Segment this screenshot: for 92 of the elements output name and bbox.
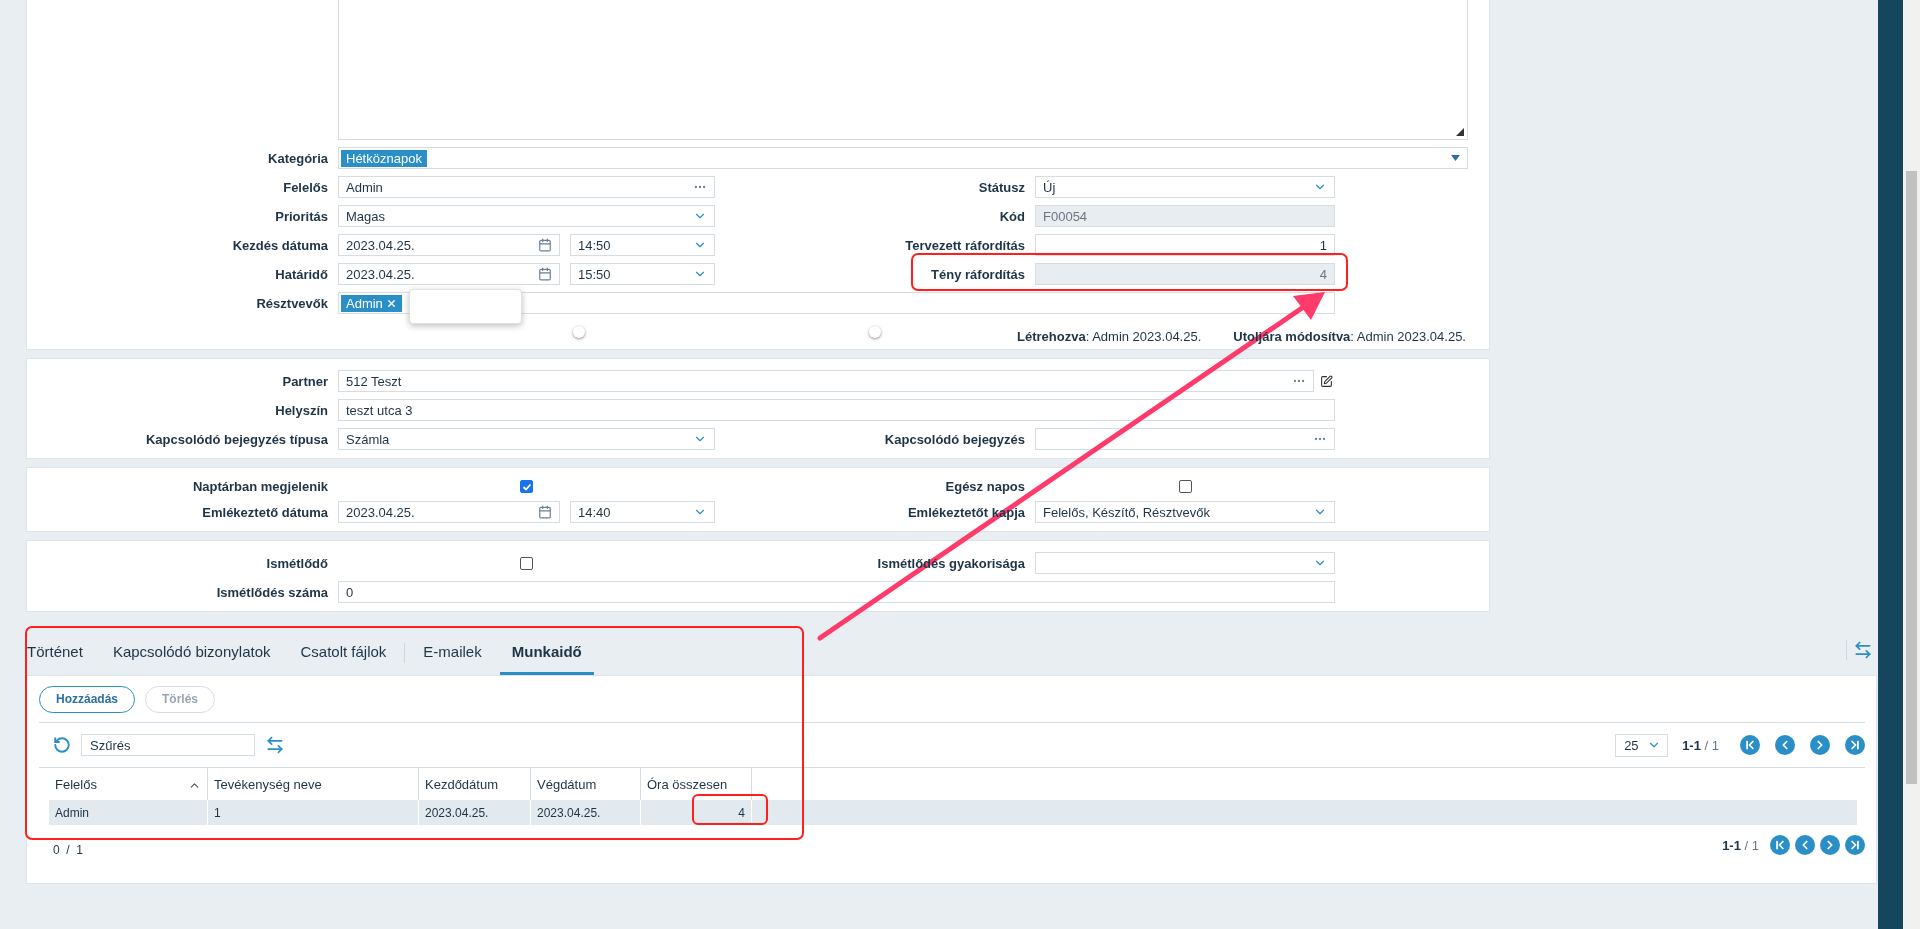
edit-icon[interactable] <box>1320 374 1333 388</box>
swap-icon[interactable] <box>265 735 285 755</box>
field-label: Tény ráfordítás <box>931 266 1025 282</box>
refresh-icon[interactable] <box>53 736 71 754</box>
field-label: Ismétlődő <box>266 555 328 571</box>
tab[interactable]: E-mailek <box>411 630 494 675</box>
column-header[interactable]: Óra összesen <box>647 777 728 792</box>
field-label: Státusz <box>978 179 1025 195</box>
action-button[interactable]: Hozzáadás <box>39 685 136 713</box>
last-page-button[interactable] <box>1845 835 1865 855</box>
calendar-icon <box>538 238 552 252</box>
selection-count: 0 / 1 <box>53 843 84 857</box>
filter-field[interactable]: Szűrés <box>81 734 255 756</box>
field-label: Prioritás <box>275 208 328 224</box>
first-page-button[interactable] <box>1740 735 1760 755</box>
select-field[interactable]: Számla <box>338 428 715 450</box>
pager-text: 1-1 / 1 <box>1682 737 1719 753</box>
field-label: Résztvevők <box>256 295 328 311</box>
select-field[interactable] <box>1035 552 1335 574</box>
time-select[interactable]: 14:50 <box>570 234 715 256</box>
tab[interactable]: Kapcsolódó bizonylatok <box>100 630 283 675</box>
previous-page-button[interactable] <box>1795 835 1815 855</box>
checkbox[interactable] <box>520 480 533 493</box>
field-label: Naptárban megjelenik <box>192 479 328 494</box>
tab[interactable]: Történet <box>26 630 95 675</box>
first-page-icon <box>1773 838 1787 852</box>
checkbox[interactable] <box>1178 480 1192 493</box>
table-cell: Admin <box>49 800 208 825</box>
first-page-icon <box>1743 738 1757 752</box>
field-label: Emlékeztető dátuma <box>202 504 328 520</box>
input-field[interactable]: teszt utca 3 <box>338 399 1335 421</box>
table-cell: 2023.04.25. <box>419 800 531 825</box>
category-tag: Hétköznapok <box>341 149 427 167</box>
calendar-icon <box>538 267 552 281</box>
last-page-icon <box>1848 838 1862 852</box>
input-field[interactable]: 1 <box>1035 234 1335 256</box>
description-field[interactable] <box>338 0 1468 140</box>
field-label: Határidő <box>275 266 328 282</box>
lookup-field[interactable] <box>1035 428 1335 450</box>
table-row[interactable]: Admin 1 2023.04.25. 2023.04.25. 4 <box>49 800 1857 825</box>
time-select[interactable]: 15:50 <box>570 263 715 285</box>
category-field[interactable]: Hétköznapok <box>338 147 1468 169</box>
field-label: Kapcsolódó bejegyzés <box>884 431 1025 447</box>
pager-text: 1-1 / 1 <box>1722 837 1759 853</box>
table-cell: 4 <box>641 800 752 825</box>
resize-handle-icon <box>1456 128 1464 136</box>
column-header[interactable]: Végdátum <box>537 777 597 792</box>
input-field: 4 <box>1035 263 1335 285</box>
field-label: Kezdés dátuma <box>232 237 328 253</box>
next-page-button[interactable] <box>1810 735 1830 755</box>
date-field[interactable]: 2023.04.25. <box>338 263 560 285</box>
column-header[interactable]: Felelős <box>55 777 97 792</box>
last-page-icon <box>1848 738 1862 752</box>
checkbox[interactable] <box>520 556 533 570</box>
participant-tag: Admin <box>341 294 402 312</box>
date-field[interactable]: 2023.04.25. <box>338 501 560 523</box>
lookup-field[interactable]: 512 Teszt <box>338 370 1314 392</box>
field-label: Kategória <box>268 150 328 166</box>
first-page-button[interactable] <box>1770 835 1790 855</box>
caret-icon <box>1451 155 1460 161</box>
slider-handle[interactable] <box>869 326 881 338</box>
remove-icon[interactable] <box>385 297 397 309</box>
next-page-button[interactable] <box>1820 835 1840 855</box>
calendar-icon <box>538 505 552 519</box>
field-label: Felelős <box>283 179 328 195</box>
field-label: Kapcsolódó bejegyzés típusa <box>145 431 328 447</box>
field-label: Helyszín <box>275 402 328 418</box>
swap-icon[interactable] <box>1853 640 1873 660</box>
input-field[interactable]: 0 <box>338 581 1335 603</box>
select-field[interactable]: Új <box>1035 176 1335 198</box>
field-label: Ismétlődés száma <box>216 584 328 600</box>
field-label: Partner <box>282 373 328 389</box>
previous-page-button[interactable] <box>1775 735 1795 755</box>
input-field: F00054 <box>1035 205 1335 227</box>
column-header[interactable]: Tevékenység neve <box>214 777 322 792</box>
field-label: Egész napos <box>945 479 1025 494</box>
lookup-field[interactable]: Admin <box>338 176 715 198</box>
scroll-bar[interactable] <box>1903 0 1920 929</box>
column-header[interactable]: Kezdődátum <box>425 777 498 792</box>
last-page-button[interactable] <box>1845 735 1865 755</box>
table-cell: 1 <box>208 800 419 825</box>
slider-handle[interactable] <box>573 326 585 338</box>
field-label: Tervezett ráfordítás <box>905 237 1025 253</box>
tab[interactable]: Csatolt fájlok <box>288 630 399 675</box>
field-label: Kód <box>999 208 1025 224</box>
table-cell: 2023.04.25. <box>531 800 641 825</box>
time-select[interactable]: 14:40 <box>570 501 715 523</box>
select-field[interactable]: Felelős, Készítő, Résztvevők <box>1035 501 1335 523</box>
audit-text: Létrehozva: Admin 2023.04.25. <box>1017 329 1202 344</box>
page-size-select[interactable]: 25 <box>1615 733 1669 757</box>
select-field[interactable]: Magas <box>338 205 715 227</box>
date-field[interactable]: 2023.04.25. <box>338 234 560 256</box>
